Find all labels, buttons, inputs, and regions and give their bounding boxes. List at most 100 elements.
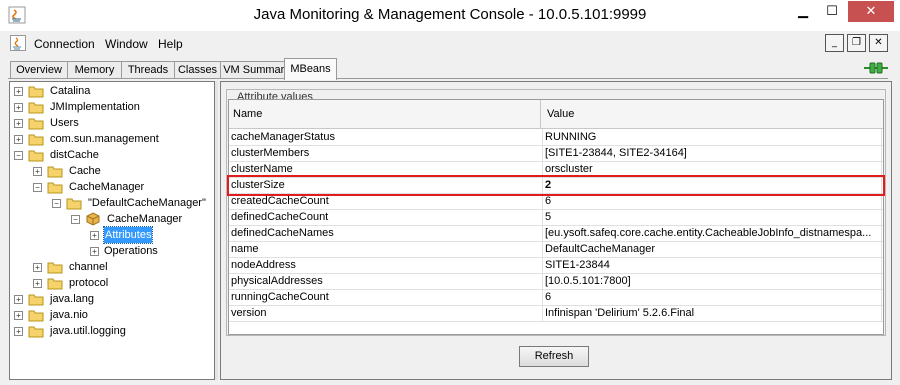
tree-node-label: CacheManager [69,181,145,193]
minimize-button[interactable]: ▁ [790,1,816,22]
table-row[interactable]: nodeAddress SITE1-23844 [229,257,883,274]
table-row[interactable]: definedCacheCount 5 [229,209,883,226]
tab-mbeans[interactable]: MBeans [284,58,337,80]
close-button[interactable]: ✕ [848,1,894,22]
inner-close-button[interactable]: ✕ [869,34,888,52]
table-row[interactable]: runningCacheCount 6 [229,289,883,306]
attribute-name: definedCacheNames [229,225,543,241]
expand-icon[interactable]: + [33,279,42,288]
collapse-icon[interactable]: − [14,151,23,160]
maximize-button[interactable]: ☐ [819,1,845,22]
tree-node-label: Cache [69,165,101,177]
table-row-highlighted[interactable]: clusterSize 2 [227,175,885,196]
attribute-value: [SITE1-23844, SITE2-34164] [543,145,882,161]
folder-icon [28,310,44,322]
attribute-name: name [229,241,543,257]
attribute-value: RUNNING [543,129,882,145]
restore-icon: ❐ [852,37,861,48]
menu-connection[interactable]: Connection [34,37,95,51]
table-row[interactable]: version Infinispan 'Delirium' 5.2.6.Fina… [229,305,883,322]
folder-open-icon [66,198,82,210]
folder-icon [28,294,44,306]
connection-status-icon [864,62,888,74]
table-row[interactable]: cacheManagerStatus RUNNING [229,129,883,146]
table-row[interactable]: clusterName orscluster [229,161,883,178]
table-row[interactable]: physicalAddresses [10.0.5.101:7800] [229,273,883,290]
expand-icon[interactable]: + [14,311,23,320]
window-titlebar: Java Monitoring & Management Console - 1… [0,0,900,32]
attribute-name: clusterSize [229,177,543,193]
attribute-name: definedCacheCount [229,209,543,225]
expand-icon[interactable]: + [33,167,42,176]
tree-node-label: Users [50,117,79,129]
mbean-bean-icon [86,212,100,226]
attribute-value: 6 [543,193,882,209]
collapse-icon[interactable]: − [33,183,42,192]
close-icon: ✕ [874,37,883,48]
attribute-value: orscluster [543,161,882,177]
attribute-value: 5 [543,209,882,225]
attribute-name: physicalAddresses [229,273,543,289]
attribute-value: 6 [543,289,882,305]
maximize-icon: ☐ [826,4,838,19]
collapse-icon[interactable]: − [71,215,80,224]
collapse-icon[interactable]: − [52,199,61,208]
tree-node-label: com.sun.management [50,133,159,145]
column-header-value[interactable]: Value [543,100,880,128]
attributes-panel: Attribute values Name Value cacheManager… [220,81,892,380]
folder-icon [47,166,63,178]
expand-icon[interactable]: + [14,103,23,112]
split-pane-divider[interactable] [215,81,218,380]
folder-open-icon [47,182,63,194]
tree-node-label: channel [69,261,108,273]
table-row[interactable]: name DefaultCacheManager [229,241,883,258]
folder-icon [28,102,44,114]
tab-threads[interactable]: Threads [121,61,175,79]
minimize-icon: ▁ [798,4,808,19]
table-row[interactable]: clusterMembers [SITE1-23844, SITE2-34164… [229,145,883,162]
expand-icon[interactable]: + [33,263,42,272]
java-cup-icon [10,35,26,51]
column-header-name[interactable]: Name [229,100,541,128]
expand-icon[interactable]: + [14,87,23,96]
tree-node-label: Operations [104,245,158,257]
attribute-name: cacheManagerStatus [229,129,543,145]
tree-node-label: java.nio [50,309,88,321]
folder-icon [28,118,44,130]
menu-window[interactable]: Window [105,37,148,51]
table-header: Name Value [229,100,883,129]
menu-help[interactable]: Help [158,37,183,51]
tree-node-label: protocol [69,277,109,289]
tab-classes[interactable]: Classes [174,61,221,79]
tree-node-label: CacheManager [107,213,183,225]
expand-icon[interactable]: + [14,119,23,128]
tree-node-label: java.lang [50,293,95,305]
attribute-name: createdCacheCount [229,193,543,209]
folder-open-icon [28,150,44,162]
expand-icon[interactable]: + [14,135,23,144]
tree-node-label: Catalina [50,85,91,97]
tree-node-label: distCache [50,149,99,161]
inner-minimize-button[interactable]: _ [825,34,844,52]
attribute-value: SITE1-23844 [543,257,882,273]
attribute-name: clusterName [229,161,543,177]
tab-memory[interactable]: Memory [67,61,122,79]
expand-icon[interactable]: + [14,295,23,304]
tree-node-label-selected: Attributes [102,226,154,244]
refresh-button[interactable]: Refresh [519,346,589,367]
expand-icon[interactable]: + [14,327,23,336]
attribute-name: nodeAddress [229,257,543,273]
table-row[interactable]: createdCacheCount 6 [229,193,883,210]
inner-restore-button[interactable]: ❐ [847,34,866,52]
expand-icon[interactable]: + [90,247,99,256]
tab-overview[interactable]: Overview [10,61,68,79]
table-row[interactable]: definedCacheNames [eu.ysoft.safeq.core.c… [229,225,883,242]
tree-node-label: "DefaultCacheManager" [88,197,206,209]
tab-vm-summary[interactable]: VM Summary [220,61,293,79]
mbean-tree: + Catalina + JMImplementation + Users + … [9,81,215,380]
window-title: Java Monitoring & Management Console - 1… [253,6,647,23]
attribute-name: version [229,305,543,321]
attribute-value: Infinispan 'Delirium' 5.2.6.Final [543,305,882,321]
expand-icon[interactable]: + [90,231,99,240]
tree-node-label: java.util.logging [50,325,126,337]
